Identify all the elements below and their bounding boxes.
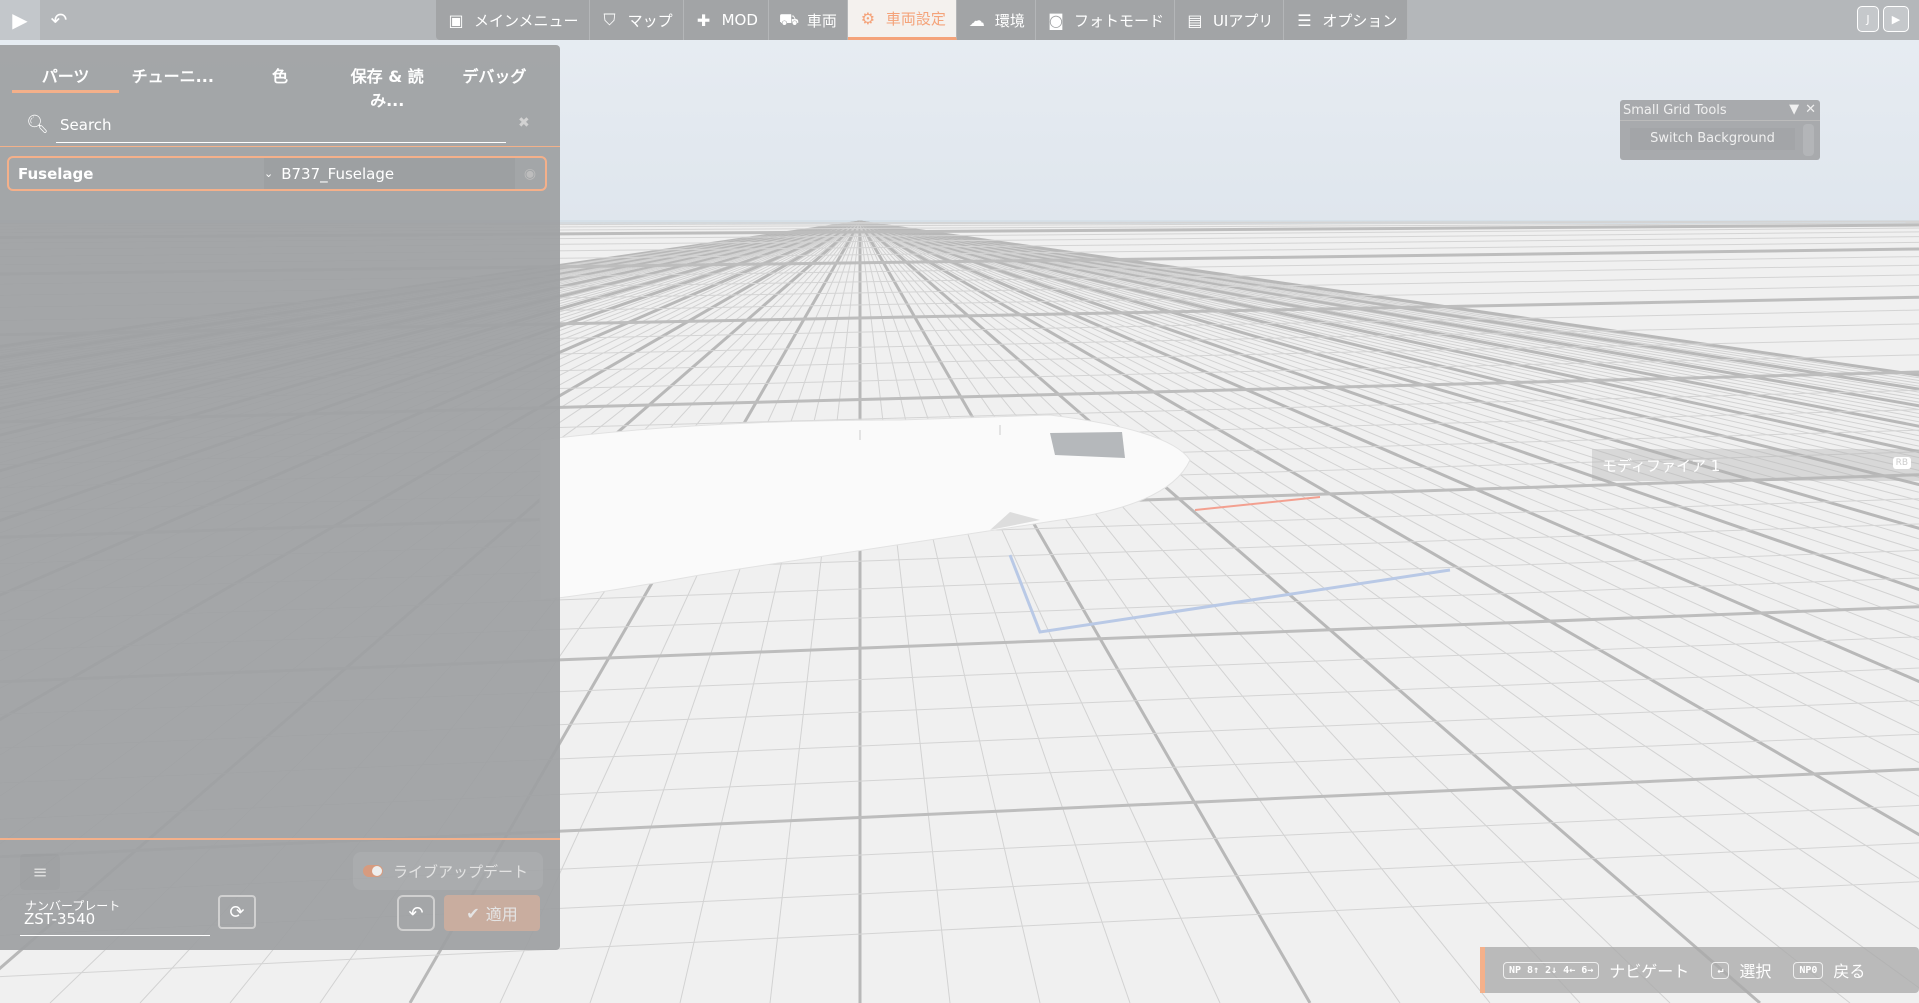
randomize-plate-button[interactable]: ⟳ [218, 895, 256, 929]
part-slot-name: Fuselage [18, 164, 94, 183]
menu-item-label: マップ [627, 11, 673, 30]
ui-apps-icon: ▤ [1187, 10, 1203, 30]
chevron-down-icon: ⌄ [264, 167, 274, 180]
menu-item-label: 車両 [806, 11, 837, 30]
tab-2[interactable]: 色 [226, 59, 333, 93]
panel-tabs: パーツ チューニ... 色保存 & 読み... デバッグ [12, 59, 548, 110]
back-label: 戻る [1833, 962, 1866, 981]
panel-footer: ≡ ライブアップデート ナンバープレート ZST-3540 ⟳ ↶ ✔ 適用 [0, 838, 560, 950]
car-icon: ⛟ [778, 9, 800, 29]
options-icon: ☰ [1297, 10, 1312, 30]
menu-item-label: UIアプリ [1212, 11, 1274, 30]
toggle-switch[interactable] [363, 865, 383, 877]
apply-label: 適用 [485, 905, 518, 924]
enter-key: ↵ [1711, 961, 1730, 979]
undo-icon: ↶ [408, 902, 424, 924]
modifier-bar: モディファイア 1 RB [1592, 449, 1919, 481]
part-slot-row[interactable]: Fuselage ⌄ B737_Fuselage ◉ [7, 156, 547, 191]
menu-item-3[interactable]: ⛟ 車両 [769, 0, 848, 40]
check-icon: ✔ [466, 903, 480, 923]
main-menu-icon: ▣ [448, 10, 464, 30]
engine-icon: ⚙ [860, 9, 876, 28]
part-select[interactable]: ⌄ B737_Fuselage [264, 158, 515, 189]
nav-label: ナビゲート [1609, 962, 1690, 981]
plate-input[interactable]: ZST-3540 [24, 910, 95, 928]
menu-item-8[interactable]: ☰ オプション [1284, 0, 1409, 40]
tab-4[interactable]: デバッグ [441, 59, 548, 93]
controls-hint-bar: NP 8↑ 2↓ 4← 6→ ナビゲート ↵ 選択 NP0 戻る [1480, 947, 1919, 993]
eye-hidden-icon[interactable]: ◉ [515, 166, 545, 182]
menu-item-4[interactable]: ⚙ 車両設定 [847, 0, 957, 40]
tab-0[interactable]: パーツ [12, 59, 120, 93]
top-bar: ▶ ↶ ▣ メインメニュー ⛉ マップ ✚ MOD ⛟ 車両 ⚙ 車両設定 ☁ 環境 ◙ フォトモード ▤ U… [0, 0, 1919, 40]
refresh-icon: ⟳ [229, 901, 245, 923]
camera-icon: ◙ [1048, 10, 1064, 30]
key-hint-j: J [1857, 6, 1879, 32]
small-grid-tools-window: Small Grid Tools ▼ ✕ Switch Background [1620, 100, 1820, 160]
revert-button[interactable]: ↶ [397, 895, 435, 931]
tab-3[interactable]: 保存 & 読み... [334, 59, 441, 110]
live-update-toggle[interactable]: ライブアップデート [353, 852, 543, 890]
apply-button[interactable]: ✔ 適用 [444, 895, 540, 931]
main-menu-bar: ▣ メインメニュー ⛉ マップ ✚ MOD ⛟ 車両 ⚙ 車両設定 ☁ 環境 ◙ フォトモード ▤ UIアプリ… [436, 0, 1409, 40]
menu-item-5[interactable]: ☁ 環境 [957, 0, 1036, 40]
clear-search-icon[interactable]: ✖ [518, 115, 530, 131]
play-icon[interactable]: ▶ [0, 0, 40, 40]
switch-background-button[interactable]: Switch Background [1630, 128, 1795, 150]
menu-item-label: フォトモード [1073, 11, 1164, 30]
rb-key-hint: RB [1892, 457, 1911, 469]
search-input[interactable] [56, 107, 506, 143]
menu-item-7[interactable]: ▤ UIアプリ [1175, 0, 1285, 40]
menu-item-label: 車両設定 [885, 10, 946, 28]
scrollbar[interactable] [1803, 124, 1814, 156]
menu-item-label: オプション [1322, 11, 1398, 30]
menu-item-1[interactable]: ⛉ マップ [590, 0, 684, 40]
part-select-value: B737_Fuselage [281, 164, 395, 183]
menu-item-0[interactable]: ▣ メインメニュー [436, 0, 590, 40]
collapse-icon[interactable]: ▼ [1789, 102, 1799, 117]
window-title: Small Grid Tools [1623, 103, 1727, 118]
menu-item-label: MOD [721, 11, 758, 29]
list-view-icon[interactable]: ≡ [20, 854, 60, 890]
menu-item-2[interactable]: ✚ MOD [684, 0, 769, 40]
puzzle-icon: ✚ [696, 10, 711, 30]
tab-1[interactable]: チューニ... [119, 59, 226, 93]
map-icon: ⛉ [603, 10, 616, 29]
nav-key: NP 8↑ 2↓ 4← 6→ [1503, 961, 1600, 979]
vehicle-config-panel: パーツチューニ...色保存 & 読み...デバッグ 🔍︎ ✖ Fuselage … [0, 45, 560, 950]
menu-item-label: 環境 [994, 11, 1025, 30]
menu-item-label: メインメニュー [474, 11, 579, 30]
play-icon[interactable]: ▶ [1883, 6, 1909, 32]
search-icon: 🔍︎ [26, 114, 49, 135]
live-update-label: ライブアップデート [393, 862, 529, 881]
search-row: 🔍︎ ✖ [0, 102, 560, 147]
np0-key: NP0 [1793, 961, 1824, 979]
close-icon[interactable]: ✕ [1805, 102, 1816, 117]
undo-icon[interactable]: ↶ [44, 0, 74, 40]
modifier-label: モディファイア 1 [1602, 456, 1721, 475]
menu-item-6[interactable]: ◙ フォトモード [1036, 0, 1175, 40]
weather-icon: ☁ [968, 10, 985, 30]
select-label: 選択 [1739, 962, 1772, 981]
